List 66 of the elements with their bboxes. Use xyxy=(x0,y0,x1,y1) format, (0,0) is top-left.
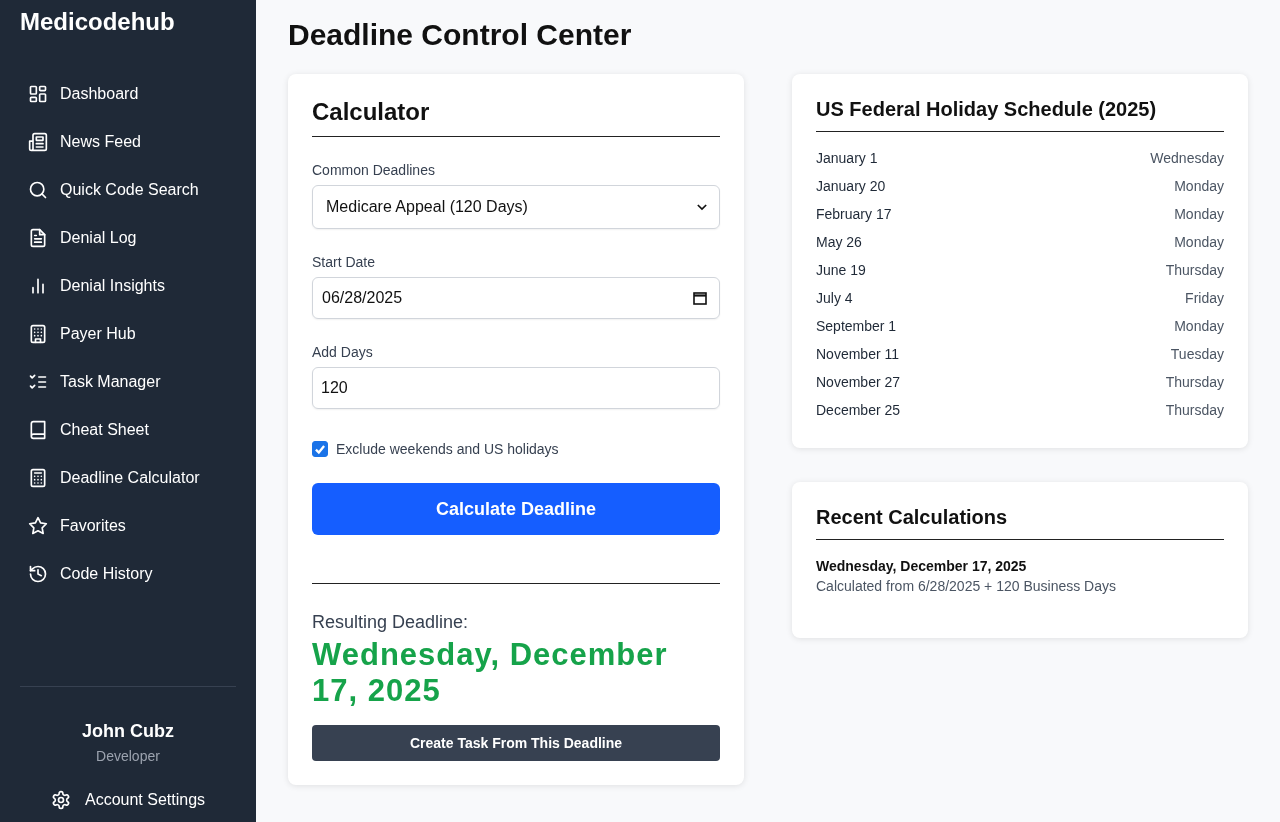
book-icon xyxy=(28,420,48,440)
building-icon xyxy=(28,324,48,344)
nav-item[interactable]: Deadline Calculator xyxy=(20,454,236,502)
nav-item[interactable]: Code History xyxy=(20,550,236,598)
user-role: Developer xyxy=(96,748,160,764)
nav-item[interactable]: Denial Insights xyxy=(20,262,236,310)
date-field[interactable]: 06/28/2025 xyxy=(312,277,720,319)
holiday-date: November 11 xyxy=(816,346,899,362)
holiday-day: Thursday xyxy=(1165,402,1224,418)
holiday-day: Wednesday xyxy=(1150,150,1224,166)
nav-item[interactable]: Denial Log xyxy=(20,214,236,262)
card-title: Recent Calculations xyxy=(816,506,1224,540)
page-title: Deadline Control Center xyxy=(288,18,633,52)
result-label: Resulting Deadline: xyxy=(312,612,470,633)
holiday-date: December 25 xyxy=(816,402,901,418)
field-label: Add Days xyxy=(312,344,374,360)
user-name: John Cubz xyxy=(82,721,174,742)
holiday-day: Monday xyxy=(1174,178,1224,194)
chevron-icon xyxy=(697,203,707,211)
holiday-date: May 26 xyxy=(816,234,862,250)
holiday-date: January 20 xyxy=(816,178,886,194)
card-title: Calculator xyxy=(312,98,720,137)
newspaper-icon xyxy=(28,132,48,152)
star-icon xyxy=(28,516,48,536)
calculate-button[interactable]: Calculate Deadline xyxy=(312,483,720,535)
checkbox-label: Exclude weekends and US holidays xyxy=(336,441,559,457)
calculator-icon xyxy=(28,468,48,488)
grid-icon xyxy=(28,84,48,104)
field-label: Start Date xyxy=(312,254,377,270)
holiday-day: Friday xyxy=(1185,290,1224,306)
nav-item[interactable]: Cheat Sheet xyxy=(20,406,236,454)
field-label: Common Deadlines xyxy=(312,162,436,178)
holiday-day: Thursday xyxy=(1165,374,1224,390)
nav-item[interactable]: Quick Code Search xyxy=(20,166,236,214)
holiday-date: November 27 xyxy=(816,374,901,390)
days-input[interactable]: 120 xyxy=(312,367,720,409)
checklist-icon xyxy=(28,372,48,392)
recent-date: Wednesday, December 17, 2025 xyxy=(816,558,1028,574)
nav-item[interactable]: News Feed xyxy=(20,118,236,166)
card-title: US Federal Holiday Schedule (2025) xyxy=(816,98,1224,132)
holiday-day: Monday xyxy=(1174,234,1224,250)
calendar-icon xyxy=(693,291,707,305)
holiday-day: Thursday xyxy=(1165,262,1224,278)
holiday-day: Monday xyxy=(1174,206,1224,222)
holiday-date: January 1 xyxy=(816,150,878,166)
holiday-day: Tuesday xyxy=(1170,346,1224,362)
create-task-button[interactable]: Create Task From This Deadline xyxy=(312,725,720,761)
holiday-date: February 17 xyxy=(816,206,892,222)
brand-name: Medicodehub xyxy=(20,7,176,37)
checkbox[interactable] xyxy=(312,441,328,457)
holiday-day: Monday xyxy=(1174,318,1224,334)
holiday-date: September 1 xyxy=(816,318,897,334)
search-icon xyxy=(28,180,48,200)
recent-detail: Calculated from 6/28/2025 + 120 Business Days xyxy=(816,578,1117,594)
document-icon xyxy=(28,228,48,248)
holiday-date: July 4 xyxy=(816,290,853,306)
nav-item[interactable]: Favorites xyxy=(20,502,236,550)
nav-item[interactable]: Task Manager xyxy=(20,358,236,406)
nav-item[interactable]: Dashboard xyxy=(20,70,236,118)
account-settings-link[interactable]: Account Settings xyxy=(50,790,206,810)
deadline-select[interactable]: Medicare Appeal (120 Days) xyxy=(312,185,720,229)
nav-item[interactable]: Payer Hub xyxy=(20,310,236,358)
result-date: Wednesday, December 17, 2025 xyxy=(312,637,669,709)
settings-icon xyxy=(50,790,71,810)
history-icon xyxy=(28,564,48,584)
holiday-date: June 19 xyxy=(816,262,866,278)
